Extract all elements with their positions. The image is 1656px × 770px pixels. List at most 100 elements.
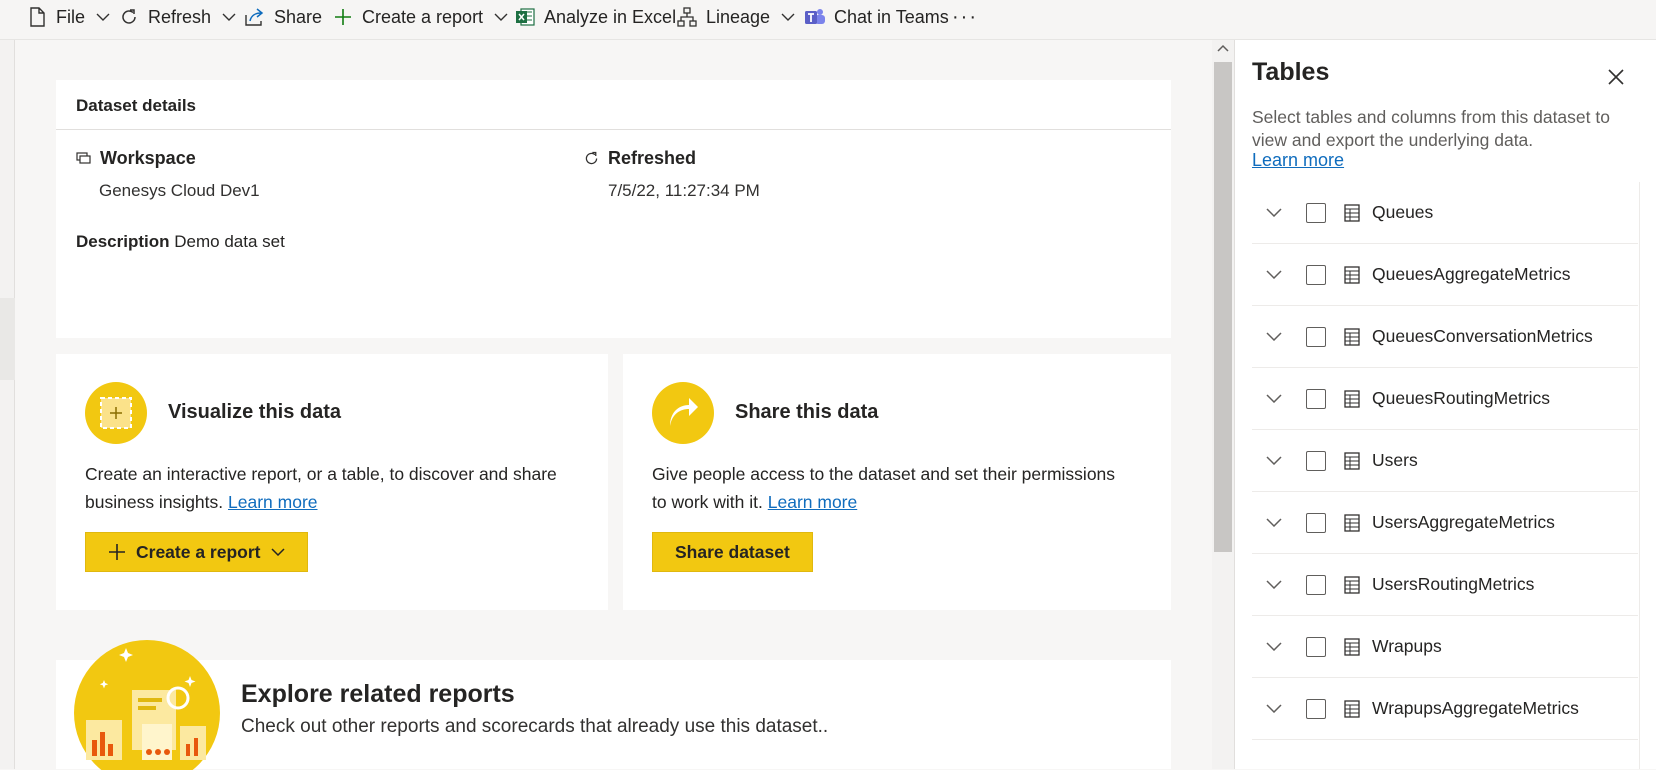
- chevron-down-icon[interactable]: [1264, 327, 1284, 347]
- chat-in-teams-button[interactable]: Chat in Teams: [804, 0, 949, 34]
- table-icon: [1342, 699, 1362, 719]
- refreshed-value: 7/5/22, 11:27:34 PM: [608, 181, 760, 200]
- description-label: Description: [76, 232, 170, 251]
- scroll-up-arrow-icon[interactable]: [1217, 42, 1229, 54]
- chevron-down-icon[interactable]: [1264, 513, 1284, 533]
- visualize-learn-more-link[interactable]: Learn more: [228, 492, 318, 512]
- plus-icon: [332, 6, 354, 28]
- chevron-down-icon[interactable]: [1264, 699, 1284, 719]
- chevron-down-icon: [493, 9, 509, 25]
- table-icon: [1342, 265, 1362, 285]
- share-description: Give people access to the dataset and se…: [652, 464, 1116, 512]
- file-label: File: [56, 6, 86, 27]
- table-icon: [1342, 637, 1362, 657]
- share-dataset-label: Share dataset: [675, 541, 790, 562]
- description: Description Demo data set: [76, 232, 285, 252]
- table-row: UsersRoutingMetrics: [1252, 554, 1638, 616]
- table-name: Wrapups: [1372, 636, 1442, 656]
- left-nav-selection: [0, 298, 15, 380]
- share-card: Share this data Give people access to th…: [623, 354, 1171, 610]
- plus-icon: [108, 543, 126, 561]
- workspace-label-text: Workspace: [100, 148, 196, 168]
- table-checkbox[interactable]: [1306, 388, 1326, 409]
- chevron-down-icon: [221, 9, 237, 25]
- left-nav-strip: [0, 40, 15, 769]
- lineage-button[interactable]: Lineage: [676, 0, 796, 34]
- teams-icon: [804, 6, 826, 28]
- explore-related-reports-card: Explore related reports Check out other …: [56, 640, 1171, 770]
- table-name: WrapupsAggregateMetrics: [1372, 698, 1579, 718]
- table-icon: [1342, 327, 1362, 347]
- table-name: QueuesConversationMetrics: [1372, 326, 1593, 346]
- chat-teams-label: Chat in Teams: [834, 6, 949, 27]
- chevron-down-icon[interactable]: [1264, 389, 1284, 409]
- chevron-down-icon[interactable]: [1264, 451, 1284, 471]
- table-checkbox[interactable]: [1306, 698, 1326, 719]
- file-icon: [26, 6, 48, 28]
- table-name: QueuesAggregateMetrics: [1372, 264, 1571, 284]
- share-button[interactable]: Share: [244, 0, 322, 34]
- table-checkbox[interactable]: [1306, 574, 1326, 595]
- file-menu-button[interactable]: File: [26, 0, 111, 34]
- analyze-in-excel-button[interactable]: Analyze in Excel: [514, 0, 676, 34]
- visualize-title: Visualize this data: [168, 401, 342, 423]
- table-row: QueuesConversationMetrics: [1252, 306, 1638, 368]
- refresh-button[interactable]: Refresh: [118, 0, 237, 34]
- analyze-excel-label: Analyze in Excel: [544, 6, 677, 27]
- table-name: Queues: [1372, 202, 1434, 222]
- refresh-icon: [118, 6, 140, 28]
- dataset-details-header: Dataset details: [56, 80, 1171, 130]
- table-row: UsersAggregateMetrics: [1252, 492, 1638, 554]
- table-checkbox[interactable]: [1306, 636, 1326, 657]
- tables-scrollbar[interactable]: [1639, 182, 1649, 769]
- visualize-icon: [85, 382, 147, 444]
- share-label: Share: [274, 6, 323, 27]
- close-icon[interactable]: [1605, 66, 1627, 88]
- visualize-description: Create an interactive report, or a table…: [85, 464, 557, 512]
- share-learn-more-link[interactable]: Learn more: [768, 492, 858, 512]
- create-report-yellow-button[interactable]: Create a report: [85, 532, 308, 572]
- share-dataset-button[interactable]: Share dataset: [652, 532, 813, 572]
- table-checkbox[interactable]: [1306, 264, 1326, 285]
- table-name: Users: [1372, 450, 1418, 470]
- table-checkbox[interactable]: [1306, 326, 1326, 347]
- chevron-down-icon: [95, 9, 111, 25]
- table-row: WrapupsAggregateMetrics: [1252, 678, 1638, 740]
- table-row: Users: [1252, 430, 1638, 492]
- table-icon: [1342, 513, 1362, 533]
- reports-illustration-icon: [74, 640, 220, 770]
- table-row: Wrapups: [1252, 616, 1638, 678]
- visualize-text: Create an interactive report, or a table…: [85, 460, 585, 516]
- chevron-down-icon[interactable]: [1264, 265, 1284, 285]
- explore-subtitle: Check out other reports and scorecards t…: [241, 716, 829, 737]
- dataset-details-card: Dataset details Workspace Genesys Cloud …: [56, 80, 1171, 338]
- tables-panel-description: Select tables and columns from this data…: [1252, 107, 1610, 150]
- chevron-down-icon[interactable]: [1264, 575, 1284, 595]
- chevron-down-icon[interactable]: [1264, 637, 1284, 657]
- tables-learn-more-link[interactable]: Learn more: [1252, 150, 1344, 171]
- table-icon: [1342, 575, 1362, 595]
- scrollbar-thumb[interactable]: [1214, 62, 1232, 552]
- main-scrollbar[interactable]: [1212, 40, 1234, 769]
- table-checkbox[interactable]: [1306, 202, 1326, 223]
- workspace-value: Genesys Cloud Dev1: [99, 181, 260, 200]
- more-options-button[interactable]: ···: [952, 0, 978, 34]
- table-name: QueuesRoutingMetrics: [1372, 388, 1550, 408]
- chevron-down-icon: [780, 9, 796, 25]
- lineage-label: Lineage: [706, 6, 771, 27]
- description-value: Demo data set: [174, 232, 285, 251]
- table-checkbox[interactable]: [1306, 450, 1326, 471]
- create-report-label: Create a report: [362, 6, 484, 27]
- excel-icon: [514, 6, 536, 28]
- chevron-down-icon: [270, 548, 285, 556]
- tables-panel-title: Tables: [1252, 58, 1330, 86]
- create-report-button[interactable]: Create a report: [332, 0, 509, 34]
- table-checkbox[interactable]: [1306, 512, 1326, 533]
- chevron-down-icon[interactable]: [1264, 203, 1284, 223]
- share-arrow-icon: [652, 382, 714, 444]
- refresh-label: Refresh: [148, 6, 212, 27]
- explore-title: Explore related reports: [241, 680, 515, 708]
- table-row: QueuesRoutingMetrics: [1252, 368, 1638, 430]
- share-icon: [244, 6, 266, 28]
- table-icon: [1342, 451, 1362, 471]
